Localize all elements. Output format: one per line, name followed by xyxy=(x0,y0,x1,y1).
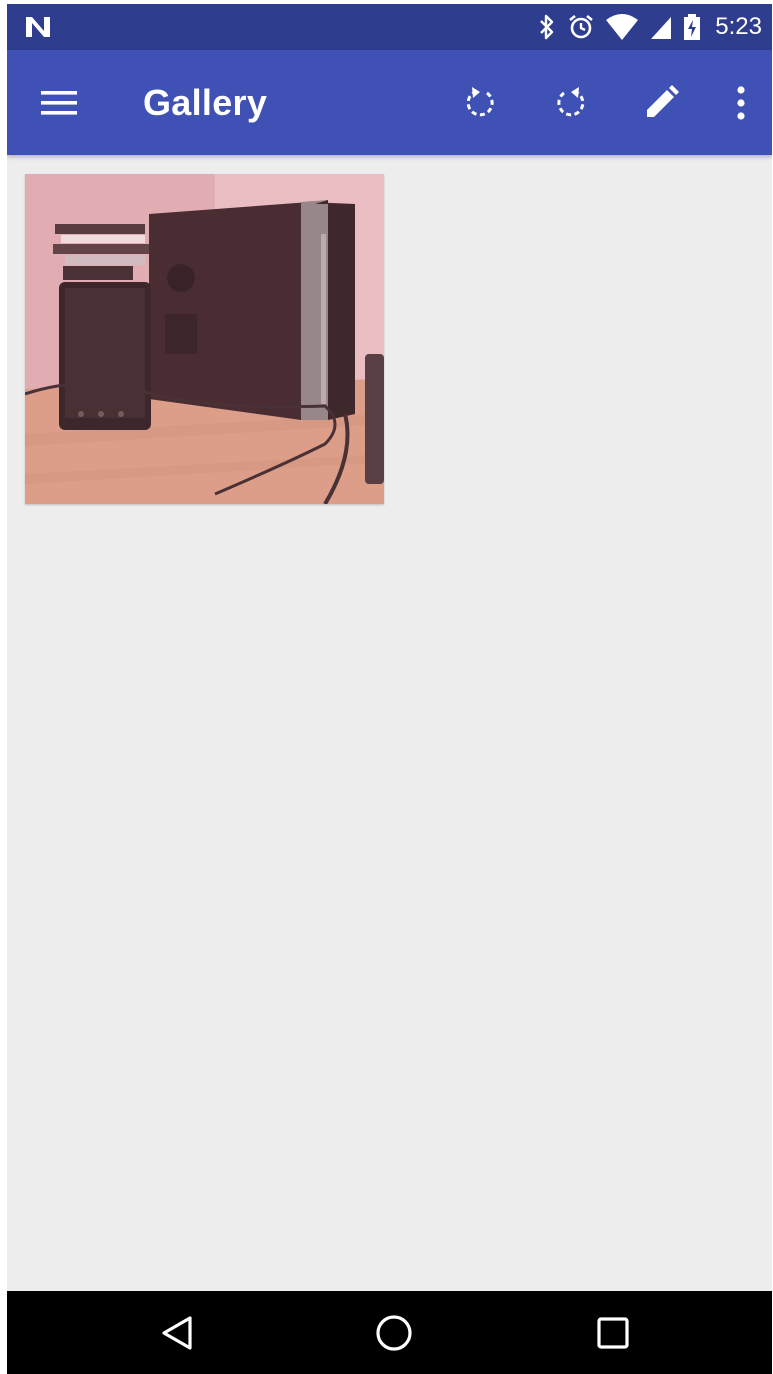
more-vert-icon xyxy=(737,86,745,120)
status-icons: 5:23 xyxy=(537,4,762,50)
gallery-grid xyxy=(7,155,772,1291)
recents-icon xyxy=(597,1317,629,1349)
rotate-right-button[interactable] xyxy=(542,75,598,131)
rotate-left-button[interactable] xyxy=(453,75,509,131)
photo-image xyxy=(25,174,384,504)
alarm-icon xyxy=(567,13,595,41)
cell-signal-icon xyxy=(649,13,673,41)
status-bar: 5:23 xyxy=(7,4,772,50)
rotate-left-icon xyxy=(466,87,494,117)
recents-button[interactable] xyxy=(583,1303,643,1363)
back-icon xyxy=(162,1316,192,1350)
wifi-icon xyxy=(605,13,639,41)
edit-button[interactable] xyxy=(633,75,689,131)
app-bar: Gallery xyxy=(7,50,772,155)
device-screen: 5:23 Gallery xyxy=(7,4,772,1374)
bluetooth-icon xyxy=(537,13,557,41)
photo-thumbnail[interactable] xyxy=(25,174,384,504)
back-button[interactable] xyxy=(147,1303,207,1363)
navigation-bar xyxy=(7,1291,772,1374)
more-options-button[interactable] xyxy=(713,75,769,131)
menu-icon xyxy=(41,91,77,115)
edit-pencil-icon xyxy=(647,85,679,117)
home-button[interactable] xyxy=(364,1303,424,1363)
page-title: Gallery xyxy=(143,82,268,123)
battery-charging-icon xyxy=(683,13,701,41)
notification-n-icon xyxy=(23,14,53,40)
menu-button[interactable] xyxy=(31,75,87,131)
rotate-right-icon xyxy=(557,87,585,117)
status-clock: 5:23 xyxy=(715,13,762,40)
home-icon xyxy=(376,1315,412,1351)
